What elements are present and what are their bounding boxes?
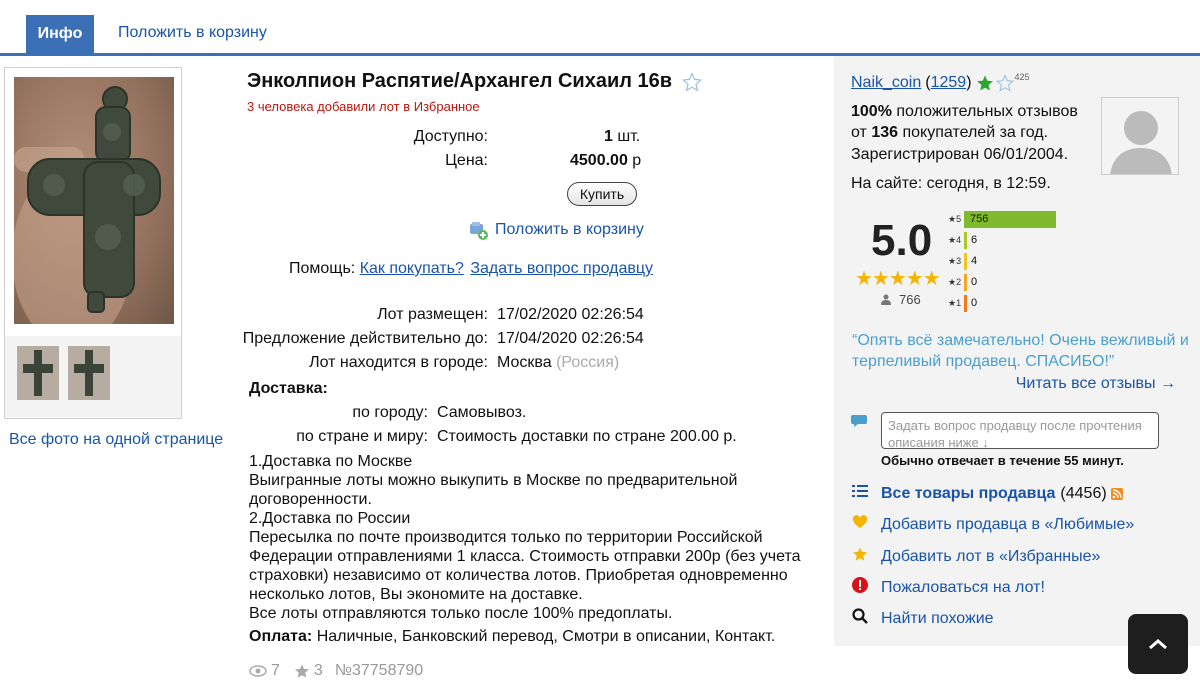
- search-icon: [851, 608, 869, 629]
- chevron-up-icon: [1149, 639, 1167, 650]
- positive-reviews-text: 100% положительных отзывов от 136 покупа…: [851, 103, 1078, 141]
- rating-bar-count: 0: [971, 276, 978, 288]
- reply-time: Обычно отвечает в течение 55 минут.: [881, 453, 1124, 468]
- speech-bubble-icon: [851, 415, 867, 427]
- photo-gallery: [4, 67, 182, 419]
- placed-value: 17/02/2020 02:26:54: [497, 306, 644, 323]
- watchers-count: 425: [1014, 72, 1030, 82]
- how-to-buy-link[interactable]: Как покупать?: [360, 260, 464, 277]
- find-similar-link[interactable]: Найти похожие: [881, 610, 994, 628]
- city-value: Москва (Россия): [497, 354, 620, 371]
- rating-bar-count: 6: [971, 234, 978, 246]
- star-icon: [851, 546, 869, 567]
- find-similar-row[interactable]: Найти похожие: [851, 608, 994, 629]
- watch-star-icon[interactable]: [995, 74, 1014, 92]
- rating-bar-count: 4: [971, 255, 978, 267]
- alert-icon: [851, 577, 869, 598]
- shipping-line: Пересылка по почте производится только п…: [249, 529, 801, 603]
- eye-icon: [249, 665, 267, 677]
- rating-bar-label: ★1: [948, 297, 962, 308]
- add-to-cart-link[interactable]: Положить в корзину: [495, 221, 644, 239]
- green-star-icon: [976, 75, 993, 91]
- shipping-line: Выигранные лоты можно выкупить в Москве …: [249, 472, 738, 508]
- valid-value: 17/04/2020 02:26:54: [497, 330, 644, 347]
- thumbnail-strip: [5, 336, 181, 418]
- shipping-line: 2.Доставка по России: [249, 510, 411, 527]
- main-photo[interactable]: [14, 77, 174, 324]
- shipping-line: 1.Доставка по Москве: [249, 453, 413, 470]
- shipping-line: Все лоты отправляются только после 100% …: [249, 605, 673, 622]
- ask-seller-link[interactable]: Задать вопрос продавцу: [470, 260, 653, 277]
- seller-name-link[interactable]: Naik_coin: [851, 74, 921, 92]
- rating-bar-row: ★5 756: [948, 209, 1056, 229]
- thumbnail-2[interactable]: [68, 346, 110, 400]
- tab-bar: Инфо Положить в корзину: [0, 0, 1200, 56]
- registration-date: Зарегистрирован 06/01/2004.: [851, 146, 1069, 163]
- seller-rating-link[interactable]: 1259: [931, 74, 967, 92]
- list-icon: [851, 484, 869, 503]
- all-reviews-link[interactable]: Читать все отзывы →: [1016, 375, 1176, 393]
- all-goods-row[interactable]: Все товары продавца (4456): [851, 484, 1123, 503]
- rating-bar-count: 756: [970, 213, 989, 225]
- rating-stars: ★★★★★: [855, 268, 941, 290]
- available-value: 1 шт.: [604, 128, 641, 145]
- favorites-count-text: 3 человека добавили лот в Избранное: [247, 99, 480, 114]
- tab-add-to-cart[interactable]: Положить в корзину: [118, 24, 267, 42]
- online-status: На сайте: сегодня, в 12:59.: [851, 175, 1051, 192]
- add-fav-lot-row[interactable]: Добавить лот в «Избранные»: [851, 546, 1100, 567]
- cart-plus-icon: [470, 222, 488, 240]
- rating-bar: [964, 252, 967, 270]
- shipping-title: Доставка:: [249, 380, 328, 397]
- country-shipping-value: Стоимость доставки по стране 200.00 р.: [437, 428, 737, 445]
- lot-stats: 7 3 №37758790: [249, 662, 423, 680]
- rating-bar-row: ★3 4: [948, 251, 977, 271]
- rating-bar-label: ★4: [948, 234, 962, 245]
- rating-bar: [964, 231, 967, 249]
- rating-bar: [964, 294, 967, 312]
- rating-bar-label: ★3: [948, 255, 962, 266]
- all-goods-count: (4456): [1060, 484, 1107, 502]
- rss-icon[interactable]: [1110, 487, 1123, 500]
- rating-bar-count: 0: [971, 297, 978, 309]
- thumbnail-1[interactable]: [17, 346, 59, 400]
- avatar[interactable]: [1101, 97, 1179, 175]
- price-value: 4500.00 р: [570, 152, 642, 169]
- lot-title: Энколпион Распятие/Архангел Сихаил 16в: [247, 70, 673, 92]
- payment-row: Оплата: Наличные, Банковский перевод, См…: [249, 628, 776, 645]
- rating-bar-row: ★1 0: [948, 293, 977, 313]
- seller-panel: Naik_coin (1259) 425 100% положительных …: [834, 56, 1200, 646]
- scroll-to-top-button[interactable]: [1128, 614, 1188, 674]
- seller-line: Naik_coin (1259) 425: [851, 72, 1030, 92]
- lot-title-row: Энколпион Распятие/Архангел Сихаил 16в: [247, 70, 703, 93]
- rating-bar-row: ★2 0: [948, 272, 977, 292]
- person-icon: [881, 294, 891, 305]
- all-goods-link[interactable]: Все товары продавца: [881, 485, 1055, 503]
- heart-icon: [851, 515, 869, 534]
- city-shipping-value: Самовывоз.: [437, 404, 527, 421]
- stars-count: 3: [313, 662, 323, 679]
- tab-info[interactable]: Инфо: [26, 15, 94, 53]
- all-photos-link[interactable]: Все фото на одной странице: [9, 431, 223, 449]
- review-total: 766: [881, 292, 921, 307]
- review-quote: “Опять всё замечательно! Очень вежливый …: [852, 332, 1189, 370]
- rating-bar: [964, 273, 967, 291]
- rating-score: 5.0: [871, 216, 933, 265]
- add-fav-lot-link[interactable]: Добавить лот в «Избранные»: [881, 548, 1100, 566]
- buy-button[interactable]: Купить: [567, 182, 637, 206]
- views-count: 7: [271, 662, 280, 679]
- add-fav-seller-row[interactable]: Добавить продавца в «Любимые»: [851, 515, 1134, 534]
- ask-question-input[interactable]: Задать вопрос продавцу после прочтения о…: [881, 412, 1159, 449]
- help-row: Помощь: Как покупать? Задать вопрос прод…: [289, 260, 654, 277]
- complain-link[interactable]: Пожаловаться на лот!: [881, 579, 1045, 597]
- add-fav-seller-link[interactable]: Добавить продавца в «Любимые»: [881, 516, 1134, 534]
- star-icon: [294, 664, 309, 678]
- rating-bar-label: ★5: [948, 213, 962, 224]
- lot-number: №37758790: [334, 662, 424, 679]
- add-to-cart-row[interactable]: Положить в корзину: [468, 220, 644, 240]
- rating-bar-label: ★2: [948, 276, 962, 287]
- shipping-description: 1.Доставка по Москве Выигранные лоты мож…: [249, 452, 809, 623]
- rating-bar-row: ★4 6: [948, 230, 977, 250]
- star-outline-icon[interactable]: [682, 71, 703, 92]
- complain-row[interactable]: Пожаловаться на лот!: [851, 577, 1045, 598]
